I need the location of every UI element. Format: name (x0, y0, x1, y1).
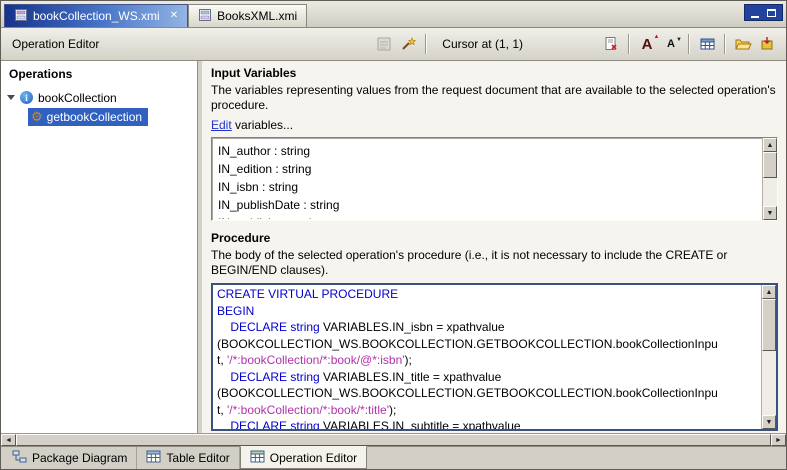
tab-table-editor[interactable]: Table Editor (137, 447, 239, 469)
editor-tab-bookcollection-ws[interactable]: bookCollection_WS.xmi ✕ (4, 4, 188, 27)
operations-panel-title: Operations (1, 61, 197, 88)
code-line: CREATE VIRTUAL PROCEDURE (217, 286, 758, 303)
input-variables-list[interactable]: IN_author : stringIN_edition : stringIN_… (211, 137, 778, 221)
operations-tree: i bookCollection ⚙ getbookCollection (1, 88, 197, 126)
code-line: DECLARE string VARIABLES.IN_subtitle = x… (217, 418, 758, 429)
tree-item-bookcollection[interactable]: i bookCollection (1, 88, 197, 107)
variable-list-item[interactable]: IN_publishDate : string (218, 196, 756, 214)
scrollbar-thumb[interactable] (16, 434, 771, 446)
edit-variables-suffix: variables... (232, 118, 293, 132)
vertical-scrollbar[interactable]: ▲ ▼ (761, 285, 776, 429)
toolbar-title: Operation Editor (8, 37, 99, 51)
scrollbar-thumb[interactable] (763, 152, 777, 178)
font-decrease-icon[interactable]: A▼ (659, 32, 683, 56)
tab-label: Table Editor (166, 451, 229, 465)
toolbar-separator (724, 34, 726, 54)
tab-operation-editor[interactable]: Operation Editor (240, 446, 367, 469)
operation-editor-icon (250, 450, 265, 466)
scroll-down-icon[interactable]: ▼ (763, 206, 777, 220)
validate-xml-icon[interactable] (599, 32, 623, 56)
gear-icon: ⚙ (31, 110, 43, 123)
export-icon[interactable] (755, 32, 779, 56)
operation-editor-window: bookCollection_WS.xmi ✕ BooksXML.xmi Ope… (0, 0, 787, 470)
scroll-up-icon[interactable]: ▲ (762, 285, 776, 299)
vertical-scrollbar[interactable]: ▲ ▼ (762, 138, 777, 220)
variable-list-item[interactable]: IN_author : string (218, 142, 756, 160)
minimize-icon[interactable] (751, 8, 759, 18)
editor-page-tabs: Package Diagram Table Editor Operation E… (1, 446, 786, 469)
editor-tab-label: BooksXML.xmi (217, 9, 297, 23)
xmi-file-icon (14, 8, 28, 25)
tree-item-label: bookCollection (38, 91, 117, 105)
section-title: Input Variables (211, 66, 780, 80)
tab-label: Package Diagram (32, 451, 127, 465)
cursor-position-status: Cursor at (1, 1) (432, 37, 533, 51)
code-line: (BOOKCOLLECTION_WS.BOOKCOLLECTION.GETBOO… (217, 385, 758, 402)
section-description: The variables representing values from t… (211, 83, 776, 113)
scroll-down-icon[interactable]: ▼ (762, 415, 776, 429)
maximize-icon[interactable] (767, 9, 776, 17)
wand-icon[interactable] (396, 32, 420, 56)
tab-package-diagram[interactable]: Package Diagram (3, 447, 137, 469)
editor-tab-label: bookCollection_WS.xmi (33, 9, 160, 23)
procedure-code-editor[interactable]: CREATE VIRTUAL PROCEDUREBEGIN DECLARE st… (211, 283, 778, 431)
operations-panel: Operations i bookCollection ⚙ getbookCol… (1, 61, 198, 433)
code-line: DECLARE string VARIABLES.IN_isbn = xpath… (217, 319, 758, 336)
toolbar-separator (628, 34, 630, 54)
expand-arrow-icon[interactable] (7, 95, 15, 100)
scrollbar-thumb[interactable] (762, 299, 776, 351)
tree-item-label: getbookCollection (47, 110, 142, 124)
tab-label: Operation Editor (270, 451, 357, 465)
toolbar-separator (425, 34, 427, 54)
font-increase-icon[interactable]: A▲ (635, 32, 659, 56)
scroll-up-icon[interactable]: ▲ (763, 138, 777, 152)
editor-body: Operations i bookCollection ⚙ getbookCol… (1, 61, 786, 433)
operation-editor-toolbar: Operation Editor Cursor at (1, 1) A▲ A▼ (1, 28, 786, 61)
table-icon[interactable] (695, 32, 719, 56)
package-diagram-icon (12, 450, 27, 466)
edit-variables-link[interactable]: Edit (211, 118, 232, 132)
horizontal-scrollbar[interactable]: ◄ ► (1, 433, 786, 446)
input-variables-section: Input Variables The variables representi… (211, 66, 780, 231)
variable-list-item[interactable]: IN_edition : string (218, 160, 756, 178)
view-control-buttons (744, 4, 783, 21)
code-line: t, '/*:bookCollection/*:book/*:title'); (217, 402, 758, 419)
code-line: t, '/*:bookCollection/*:book/@*:isbn'); (217, 352, 758, 369)
variable-list-item[interactable]: IN_publisher : string (218, 214, 756, 219)
section-description: The body of the selected operation's pro… (211, 248, 776, 278)
code-line: BEGIN (217, 303, 758, 320)
close-icon[interactable]: ✕ (170, 11, 178, 21)
toolbar-separator (688, 34, 690, 54)
tree-item-getbookcollection[interactable]: ⚙ getbookCollection (1, 107, 197, 126)
editor-tab-bar: bookCollection_WS.xmi ✕ BooksXML.xmi (1, 1, 786, 28)
xml-file-icon (198, 8, 212, 25)
procedure-section: Procedure The body of the selected opera… (211, 231, 780, 433)
code-line: (BOOKCOLLECTION_WS.BOOKCOLLECTION.GETBOO… (217, 336, 758, 353)
code-line: DECLARE string VARIABLES.IN_title = xpat… (217, 369, 758, 386)
table-editor-icon (146, 450, 161, 466)
selected-tree-item[interactable]: ⚙ getbookCollection (28, 108, 148, 126)
operation-form-panel: Input Variables The variables representi… (202, 61, 786, 433)
variable-list-item[interactable]: IN_isbn : string (218, 178, 756, 196)
section-title: Procedure (211, 231, 780, 245)
editor-tab-booksxml[interactable]: BooksXML.xmi (188, 4, 307, 27)
disabled-action-icon[interactable] (372, 32, 396, 56)
info-icon: i (20, 91, 33, 104)
scroll-right-icon[interactable]: ► (771, 434, 786, 446)
edit-variables-line: Edit variables... (211, 118, 780, 132)
open-folder-icon[interactable] (731, 32, 755, 56)
scroll-left-icon[interactable]: ◄ (1, 434, 16, 446)
